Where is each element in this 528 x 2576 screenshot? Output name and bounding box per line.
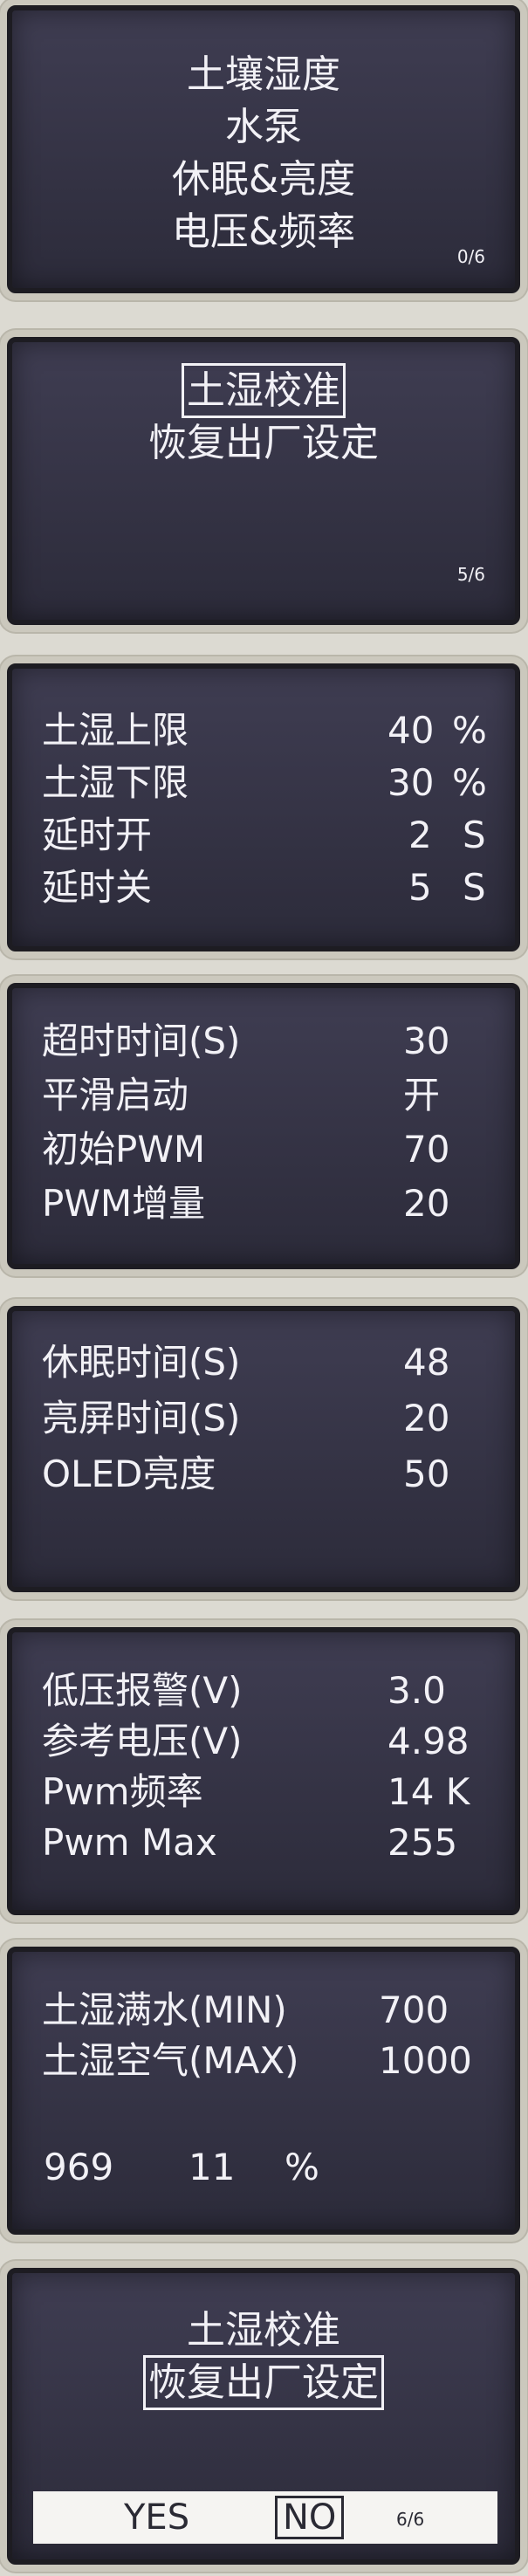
setting-value: 开 (403, 1074, 441, 1116)
page-indicator: 6/6 (396, 2509, 425, 2530)
setting-value: 700 (379, 1989, 449, 2031)
setting-label: OLED亮度 (42, 1453, 216, 1495)
setting-value: 50 (403, 1453, 450, 1495)
setting-label: 低压报警(V) (42, 1669, 243, 1712)
screen-soil-settings: 土湿上限 40 % 土湿下限 30 % 延时开 2 S 延时关 5 S (7, 663, 520, 951)
setting-label: 参考电压(V) (42, 1720, 243, 1762)
setting-label: Pwm频率 (42, 1770, 203, 1813)
setting-value: 2 (408, 814, 432, 856)
setting-label: 土湿空气(MAX) (42, 2039, 299, 2082)
setting-value: 4.98 (387, 1720, 470, 1762)
setting-value: 70 (403, 1128, 450, 1171)
no-option[interactable]: NO (274, 2496, 345, 2539)
page-indicator: 5/6 (456, 564, 485, 585)
percent-reading: 11 (189, 2146, 236, 2188)
setting-value: 1000 (379, 2039, 472, 2082)
setting-value: 48 (403, 1341, 450, 1384)
setting-label: 超时时间(S) (42, 1020, 241, 1062)
yes-option[interactable]: YES (124, 2500, 189, 2535)
setting-label: 土湿上限 (42, 709, 189, 752)
setting-label: Pwm Max (42, 1821, 217, 1864)
setting-value: 20 (403, 1397, 450, 1439)
setting-unit: S (463, 866, 486, 909)
setting-unit: % (452, 761, 487, 804)
menu-item-soil-moisture[interactable]: 土壤湿度 (12, 56, 515, 94)
setting-value: 40 (387, 709, 435, 752)
setting-value: 30 (403, 1020, 450, 1062)
screen-sleep-settings: 休眠时间(S) 48 亮屏时间(S) 20 OLED亮度 50 (7, 1306, 520, 1592)
percent-unit: % (285, 2146, 319, 2188)
setting-label: 延时开 (42, 814, 153, 856)
screen-calibration: 土湿满水(MIN) 700 土湿空气(MAX) 1000 969 11 % (7, 1947, 520, 2235)
screen-main-menu: 土壤湿度 水泵 休眠&亮度 电压&频率 0/6 (7, 5, 520, 293)
menu-item-factory-reset[interactable]: 恢复出厂设定 (12, 424, 515, 463)
menu-item-factory-reset[interactable]: 恢复出厂设定 (12, 2355, 515, 2410)
setting-label: 土湿下限 (42, 761, 189, 804)
menu-item-soil-calibration[interactable]: 土湿校准 (12, 2312, 515, 2350)
menu-item-sleep-brightness[interactable]: 休眠&亮度 (12, 161, 515, 199)
setting-label: 延时关 (42, 866, 153, 909)
setting-label: 平滑启动 (42, 1074, 189, 1116)
setting-value: 5 (408, 866, 432, 909)
screen-factory-reset-confirm: 土湿校准 恢复出厂设定 YES NO 6/6 (7, 2268, 520, 2565)
setting-label: 初始PWM (42, 1128, 206, 1171)
screen-pump-settings: 超时时间(S) 30 平滑启动 开 初始PWM 70 PWM增量 20 (7, 983, 520, 1269)
setting-value: 14 K (387, 1770, 470, 1813)
setting-label: 休眠时间(S) (42, 1341, 241, 1384)
setting-value: 3.0 (387, 1669, 446, 1712)
page-indicator: 0/6 (456, 246, 485, 267)
setting-value: 20 (403, 1182, 450, 1225)
screen-calib-menu: 土湿校准 恢复出厂设定 5/6 (7, 337, 520, 625)
menu-item-soil-calibration[interactable]: 土湿校准 (12, 363, 515, 418)
setting-label: PWM增量 (42, 1182, 206, 1225)
setting-label: 亮屏时间(S) (42, 1397, 241, 1439)
confirm-bar: YES NO 6/6 (33, 2491, 497, 2544)
menu-item-pump[interactable]: 水泵 (12, 108, 515, 147)
setting-value: 30 (387, 761, 435, 804)
setting-value: 255 (387, 1821, 458, 1864)
menu-item-voltage-frequency[interactable]: 电压&频率 (12, 213, 515, 251)
setting-unit: % (452, 709, 487, 752)
raw-reading: 969 (44, 2146, 114, 2188)
screen-voltage-settings: 低压报警(V) 3.0 参考电压(V) 4.98 Pwm频率 14 K Pwm … (7, 1627, 520, 1915)
setting-unit: S (463, 814, 486, 856)
setting-label: 土湿满水(MIN) (42, 1989, 287, 2031)
